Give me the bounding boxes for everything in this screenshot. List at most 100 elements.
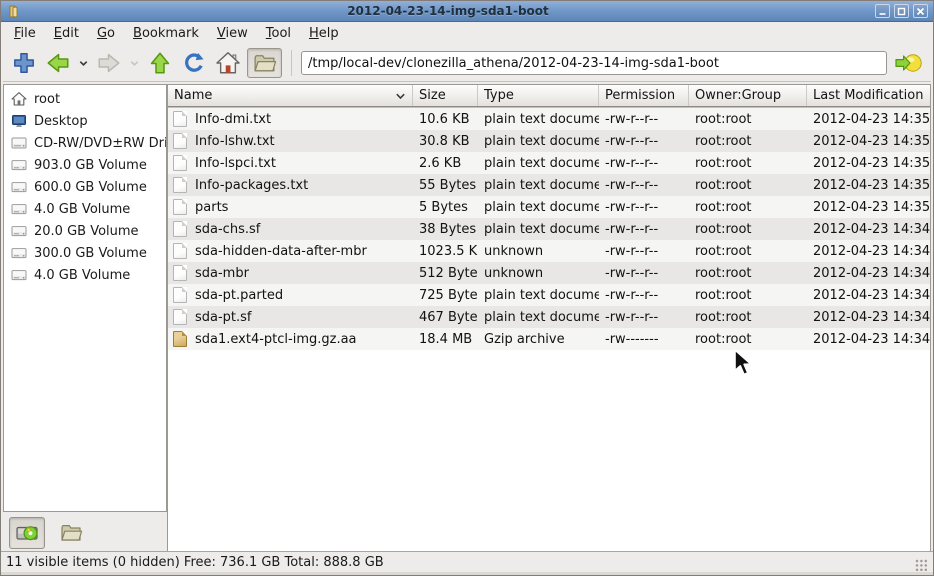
menu-view[interactable]: View	[208, 24, 257, 44]
file-size: 10.6 KB	[413, 112, 478, 127]
titlebar[interactable]: 2012-04-23-14-img-sda1-boot	[1, 1, 933, 22]
forward-icon	[96, 50, 122, 76]
file-owner: root:root	[689, 266, 807, 281]
back-history-button[interactable]	[77, 58, 90, 69]
text-file-icon	[173, 309, 187, 325]
file-owner: root:root	[689, 332, 807, 347]
directory-tree-button[interactable]	[53, 517, 89, 549]
archive-file-icon	[173, 331, 187, 347]
sidebar-item-label: 903.0 GB Volume	[34, 158, 147, 173]
column-header-name[interactable]: Name	[168, 85, 413, 106]
file-name: Info-lshw.txt	[195, 134, 275, 149]
file-name: sda-pt.sf	[195, 310, 252, 325]
new-tab-button[interactable]	[9, 48, 39, 78]
file-size: 38 Bytes	[413, 222, 478, 237]
column-header-type[interactable]: Type	[478, 85, 599, 106]
file-owner: root:root	[689, 244, 807, 259]
close-button[interactable]	[913, 4, 928, 18]
text-file-icon	[173, 155, 187, 171]
refresh-button[interactable]	[179, 48, 209, 78]
places-view-button[interactable]	[9, 517, 45, 549]
go-button[interactable]	[891, 48, 925, 78]
up-icon	[147, 50, 173, 76]
menu-go[interactable]: Go	[88, 24, 124, 44]
file-type: Gzip archive	[478, 332, 599, 347]
sidebar-item-volume[interactable]: 903.0 GB Volume	[4, 154, 166, 176]
sidebar-item-desktop[interactable]: Desktop	[4, 110, 166, 132]
window-folder-icon	[6, 4, 21, 19]
up-button[interactable]	[145, 48, 175, 78]
file-type: unknown	[478, 266, 599, 281]
table-row[interactable]: Info-packages.txt 55 Bytes plain text do…	[168, 174, 930, 196]
file-modified: 2012-04-23 14:35	[807, 178, 930, 193]
menu-tool[interactable]: Tool	[257, 24, 300, 44]
refresh-icon	[181, 50, 207, 76]
table-row[interactable]: sda-pt.parted 725 Bytes plain text docum…	[168, 284, 930, 306]
file-modified: 2012-04-23 14:34	[807, 332, 930, 347]
sidebar-item-label: CD-RW/DVD±RW Drive	[34, 136, 166, 151]
sidebar-item-volume[interactable]: 600.0 GB Volume	[4, 176, 166, 198]
menu-edit[interactable]: Edit	[45, 24, 88, 44]
toolbar-separator	[291, 50, 292, 76]
file-permission: -rw-r--r--	[599, 266, 689, 281]
text-file-icon	[173, 287, 187, 303]
menu-help[interactable]: Help	[300, 24, 348, 44]
table-row[interactable]: parts 5 Bytes plain text document -rw-r-…	[168, 196, 930, 218]
sidebar-item-volume[interactable]: 300.0 GB Volume	[4, 242, 166, 264]
file-size: 512 Bytes	[413, 266, 478, 281]
maximize-button[interactable]	[894, 4, 909, 18]
home-button[interactable]	[213, 48, 243, 78]
forward-button[interactable]	[94, 48, 124, 78]
sidebar-item-root[interactable]: root	[4, 88, 166, 110]
file-size: 467 Bytes	[413, 310, 478, 325]
forward-history-button[interactable]	[128, 58, 141, 69]
file-owner: root:root	[689, 178, 807, 193]
file-permission: -rw-r--r--	[599, 288, 689, 303]
table-row[interactable]: sda-chs.sf 38 Bytes plain text document …	[168, 218, 930, 240]
sidebar-item-volume[interactable]: 20.0 GB Volume	[4, 220, 166, 242]
file-owner: root:root	[689, 200, 807, 215]
column-header-owner-group[interactable]: Owner:Group	[689, 85, 807, 106]
table-row[interactable]: sda-mbr 512 Bytes unknown -rw-r--r-- roo…	[168, 262, 930, 284]
window-frame-bottom	[1, 572, 933, 575]
places-list: root Desktop CD-RW/DVD±RW Drive 903.0 GB…	[3, 84, 167, 512]
file-modified: 2012-04-23 14:34	[807, 310, 930, 325]
table-row[interactable]: Info-lspci.txt 2.6 KB plain text documen…	[168, 152, 930, 174]
text-file-icon	[173, 199, 187, 215]
file-modified: 2012-04-23 14:34	[807, 244, 930, 259]
sidebar-item-label: 4.0 GB Volume	[34, 202, 130, 217]
file-modified: 2012-04-23 14:34	[807, 222, 930, 237]
minimize-button[interactable]	[875, 4, 890, 18]
file-name: Info-packages.txt	[195, 178, 308, 193]
table-row[interactable]: Info-lshw.txt 30.8 KB plain text documen…	[168, 130, 930, 152]
sidebar-item-label: 4.0 GB Volume	[34, 268, 130, 283]
file-name: sda-mbr	[195, 266, 249, 281]
table-row[interactable]: sda-hidden-data-after-mbr 1023.5 KB unkn…	[168, 240, 930, 262]
drive-icon	[11, 267, 27, 283]
file-size: 725 Bytes	[413, 288, 478, 303]
column-header-size[interactable]: Size	[413, 85, 478, 106]
column-header-last-modification[interactable]: Last Modification	[807, 85, 930, 106]
menu-bookmark[interactable]: Bookmark	[124, 24, 208, 44]
column-header-permission[interactable]: Permission	[599, 85, 689, 106]
table-row[interactable]: sda-pt.sf 467 Bytes plain text document …	[168, 306, 930, 328]
drive-icon	[11, 223, 27, 239]
file-name: Info-lspci.txt	[195, 156, 276, 171]
resize-grip[interactable]	[915, 559, 928, 572]
sidebar-item-volume[interactable]: 4.0 GB Volume	[4, 198, 166, 220]
side-pane-toggle-button[interactable]	[247, 48, 282, 78]
address-input[interactable]	[301, 51, 887, 75]
back-button[interactable]	[43, 48, 73, 78]
file-size: 18.4 MB	[413, 332, 478, 347]
table-row[interactable]: Info-dmi.txt 10.6 KB plain text document…	[168, 108, 930, 130]
table-row[interactable]: sda1.ext4-ptcl-img.gz.aa 18.4 MB Gzip ar…	[168, 328, 930, 350]
sidebar-item-optical-drive[interactable]: CD-RW/DVD±RW Drive	[4, 132, 166, 154]
file-owner: root:root	[689, 156, 807, 171]
text-file-icon	[173, 111, 187, 127]
menu-file[interactable]: File	[5, 24, 45, 44]
sidebar-item-volume[interactable]: 4.0 GB Volume	[4, 264, 166, 286]
file-type: plain text document	[478, 156, 599, 171]
file-size: 55 Bytes	[413, 178, 478, 193]
file-size: 5 Bytes	[413, 200, 478, 215]
file-type: plain text document	[478, 134, 599, 149]
